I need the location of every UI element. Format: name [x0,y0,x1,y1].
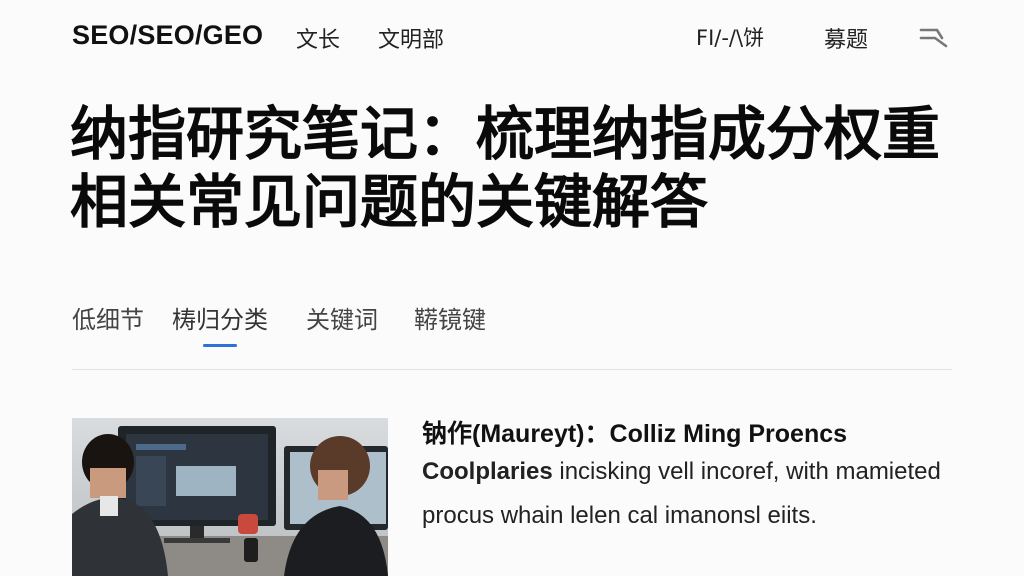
nav-link-right-2[interactable]: 募题 [824,22,868,54]
category-tabs: 低细节 梼归分类 关键词 鞯镜键 [72,296,952,356]
section-divider [72,369,952,370]
feature-excerpt-lead: Coolplaries [422,458,553,485]
feature-article: 钠作(Maureyt)：Colliz Ming Proencs Coolplar… [422,418,942,538]
feature-excerpt: Coolplaries incisking vell incoref, with… [422,450,942,538]
tab-keywords[interactable]: 关键词 [306,300,378,335]
tab-classification[interactable]: 梼归分类 [172,300,268,335]
site-logo[interactable]: SEO/SEO/GEO [72,20,263,51]
tab-low-detail[interactable]: 低细节 [72,300,144,335]
tab-key-links[interactable]: 鞯镜键 [414,300,486,335]
article-thumbnail[interactable] [72,418,388,576]
nav-link-right-1[interactable]: FI/-/\饼 [696,22,764,52]
top-navigation: SEO/SEO/GEO 文长 文明部 FI/-/\饼 募题 [0,0,1024,72]
search-icon[interactable] [918,24,950,50]
article-headline: 纳指研究笔记：梳理纳指成分权重相关常见问题的关键解答 [70,100,941,236]
active-tab-indicator [203,344,237,347]
nav-link-wenmingbu[interactable]: 文明部 [378,22,444,54]
feature-title[interactable]: 钠作(Maureyt)：Colliz Ming Proencs [422,418,942,450]
nav-link-wenzhang[interactable]: 文长 [296,22,340,54]
